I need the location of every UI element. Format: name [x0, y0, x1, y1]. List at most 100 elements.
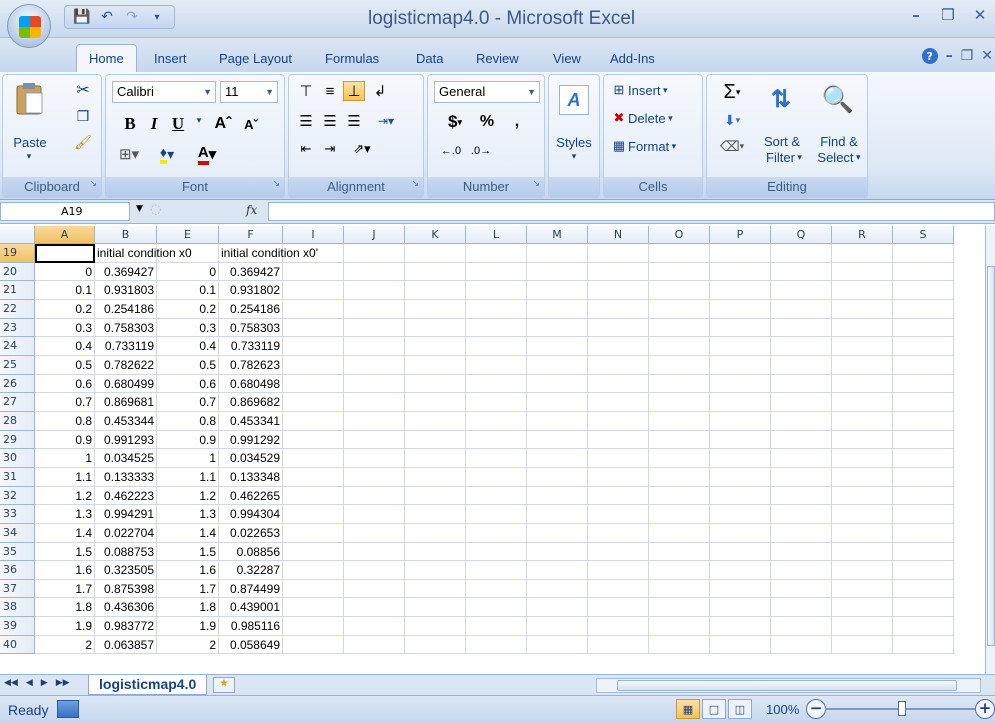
cell-b25[interactable]: 0.782622 [95, 355, 157, 375]
cell-n35[interactable] [588, 542, 649, 562]
column-header-j[interactable]: J [344, 226, 405, 244]
cell-e25[interactable]: 0.5 [157, 355, 219, 375]
cell-i19[interactable] [283, 244, 344, 263]
cell-p31[interactable] [710, 467, 771, 487]
cell-j39[interactable] [344, 617, 405, 636]
cell-i37[interactable] [283, 579, 344, 599]
cell-n36[interactable] [588, 561, 649, 580]
cell-i36[interactable] [283, 561, 344, 580]
cell-o30[interactable] [649, 449, 710, 468]
macro-record-icon[interactable] [57, 700, 79, 718]
cell-m32[interactable] [527, 486, 588, 506]
cell-s26[interactable] [893, 374, 954, 394]
row-header[interactable]: 23 [0, 318, 35, 338]
cell-f27[interactable]: 0.869682 [219, 393, 283, 412]
cell-a21[interactable]: 0.1 [35, 281, 95, 300]
row-header[interactable]: 21 [0, 281, 35, 300]
cell-m27[interactable] [527, 393, 588, 412]
minimize-icon[interactable]: – [901, 4, 931, 26]
select-all-corner[interactable] [0, 226, 35, 244]
cell-o26[interactable] [649, 374, 710, 394]
insert-function-button[interactable]: fx [246, 203, 257, 217]
cell-p28[interactable] [710, 411, 771, 431]
cell-p34[interactable] [710, 523, 771, 543]
cell-s25[interactable] [893, 355, 954, 375]
cell-i40[interactable] [283, 635, 344, 655]
cell-m31[interactable] [527, 467, 588, 487]
normal-view-icon[interactable]: ▦ [676, 699, 700, 719]
cell-i31[interactable] [283, 467, 344, 487]
cell-p27[interactable] [710, 393, 771, 412]
cell-b37[interactable]: 0.875398 [95, 579, 157, 599]
column-header-o[interactable]: O [649, 226, 710, 244]
cell-s19[interactable] [893, 244, 954, 263]
decrease-font-size-icon[interactable]: Aˇ [238, 113, 264, 135]
cell-s34[interactable] [893, 523, 954, 543]
row-header[interactable]: 28 [0, 411, 35, 431]
cell-o40[interactable] [649, 635, 710, 655]
cell-f31[interactable]: 0.133348 [219, 467, 283, 487]
borders-icon[interactable]: ⊞▾ [114, 143, 144, 165]
cell-l21[interactable] [466, 281, 527, 300]
cell-j38[interactable] [344, 598, 405, 618]
cell-r29[interactable] [832, 430, 893, 450]
cell-q20[interactable] [771, 262, 832, 282]
cell-o37[interactable] [649, 579, 710, 599]
binoculars-icon[interactable]: 🔍 [813, 79, 863, 119]
cell-a31[interactable]: 1.1 [35, 467, 95, 487]
merge-center-icon[interactable]: ⇥▾ [369, 111, 403, 131]
cell-o25[interactable] [649, 355, 710, 375]
cell-p24[interactable] [710, 337, 771, 356]
cell-p25[interactable] [710, 355, 771, 375]
cell-o35[interactable] [649, 542, 710, 562]
font-size-select[interactable]: 11 ▼ [220, 81, 278, 103]
align-left-icon[interactable]: ☰ [295, 111, 317, 131]
cell-r23[interactable] [832, 318, 893, 338]
cell-m20[interactable] [527, 262, 588, 282]
cell-a29[interactable]: 0.9 [35, 430, 95, 450]
cell-m24[interactable] [527, 337, 588, 356]
comma-button[interactable]: , [506, 111, 528, 133]
row-header[interactable]: 36 [0, 561, 35, 580]
cell-q40[interactable] [771, 635, 832, 655]
dialog-launcher-icon[interactable]: ↘ [411, 173, 419, 193]
cell-k19[interactable] [405, 244, 466, 263]
cell-n29[interactable] [588, 430, 649, 450]
tab-add-ins[interactable]: Add-Ins [610, 51, 655, 66]
cell-i23[interactable] [283, 318, 344, 338]
sort-filter-icon[interactable]: ⇅ [755, 79, 807, 119]
font-color-icon[interactable]: A ▾ [190, 143, 224, 165]
cell-p20[interactable] [710, 262, 771, 282]
cell-i26[interactable] [283, 374, 344, 394]
cell-m33[interactable] [527, 505, 588, 524]
minimize-icon[interactable]: – [946, 48, 953, 64]
cell-r27[interactable] [832, 393, 893, 412]
cell-n30[interactable] [588, 449, 649, 468]
cell-o20[interactable] [649, 262, 710, 282]
cell-q35[interactable] [771, 542, 832, 562]
cell-m36[interactable] [527, 561, 588, 580]
cell-l29[interactable] [466, 430, 527, 450]
maximize-icon[interactable]: ❐ [933, 4, 963, 26]
cell-a27[interactable]: 0.7 [35, 393, 95, 412]
cell-r40[interactable] [832, 635, 893, 655]
cell-j25[interactable] [344, 355, 405, 375]
cell-o21[interactable] [649, 281, 710, 300]
row-header[interactable]: 39 [0, 617, 35, 636]
row-header[interactable]: 20 [0, 262, 35, 282]
tab-view[interactable]: View [553, 51, 581, 66]
paste-icon[interactable] [9, 79, 51, 119]
cell-s22[interactable] [893, 299, 954, 319]
cell-j36[interactable] [344, 561, 405, 580]
cell-i39[interactable] [283, 617, 344, 636]
percent-button[interactable]: % [476, 111, 498, 133]
cell-a20[interactable]: 0 [35, 262, 95, 282]
cell-l24[interactable] [466, 337, 527, 356]
styles-icon[interactable]: A [559, 85, 589, 115]
row-header[interactable]: 34 [0, 523, 35, 543]
cell-m37[interactable] [527, 579, 588, 599]
cell-n31[interactable] [588, 467, 649, 487]
cell-k31[interactable] [405, 467, 466, 487]
worksheet-grid[interactable]: ABEFIJKLMNOPQRS 19 initial condition x0 in… [0, 226, 985, 674]
cell-s37[interactable] [893, 579, 954, 599]
